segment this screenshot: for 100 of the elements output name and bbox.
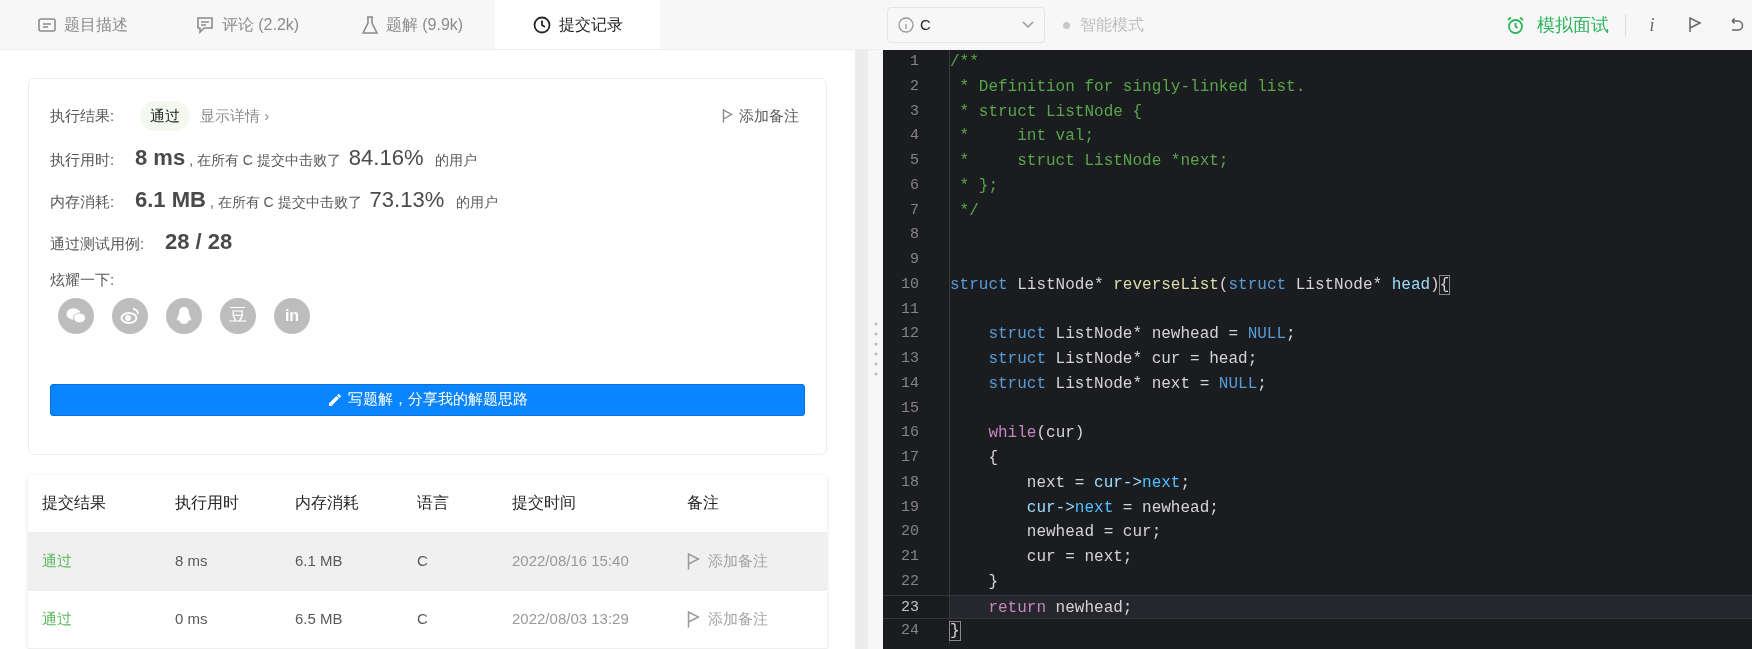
code-line: while(cur) xyxy=(949,421,1752,446)
line-number: 6 xyxy=(909,175,919,196)
tab[interactable]: 提交记录 xyxy=(495,0,660,49)
code-line: * struct ListNode { xyxy=(949,99,1752,125)
column-header: 备注 xyxy=(687,493,720,513)
line-number: 4 xyxy=(909,126,919,147)
stat-percent: 73.13% xyxy=(369,186,445,214)
speech-bubbles-icon xyxy=(66,307,86,324)
line-number: 21 xyxy=(900,547,919,567)
column-header: 提交时间 xyxy=(512,493,577,513)
flag-icon[interactable] xyxy=(1688,17,1702,33)
table-cell-text: C xyxy=(417,608,429,629)
table-row[interactable]: 通过 8 ms 6.1 MB C 2022/08/16 15:40 添加备注 xyxy=(28,532,827,591)
code-line: { xyxy=(949,446,1752,471)
chevron-down-icon xyxy=(1022,21,1034,29)
code-line: /** xyxy=(949,50,1752,75)
add-note-button[interactable]: 添加备注 xyxy=(722,104,799,128)
line-number: 17 xyxy=(900,448,919,468)
line-number: 7 xyxy=(909,200,919,221)
stat-value: 8 ms xyxy=(135,144,186,172)
table-cell-text: C xyxy=(417,550,429,571)
code-line: * }; xyxy=(949,173,1752,199)
status-badge: 通过 xyxy=(140,100,190,132)
line-number: 19 xyxy=(900,497,919,518)
line-number: 14 xyxy=(900,373,919,394)
share-button[interactable] xyxy=(58,297,94,334)
details-link[interactable]: 显示详情 › xyxy=(200,104,270,128)
column-header: 内存消耗 xyxy=(295,493,360,513)
code-line: struct ListNode* next = NULL; xyxy=(949,371,1752,397)
tests-value: 28 / 28 xyxy=(165,228,233,256)
stat-text: , 在所有 C 提交中击败了 xyxy=(209,193,362,212)
stat-label: 内存消耗: xyxy=(50,192,116,212)
code-line: newhead = cur; xyxy=(949,520,1752,545)
clock-icon xyxy=(532,15,551,34)
table-cell-text: 2022/08/03 13:29 xyxy=(512,608,630,629)
line-number: 8 xyxy=(909,225,919,246)
flag-icon xyxy=(722,109,733,123)
mock-interview-button[interactable]: 模拟面试 xyxy=(1506,11,1609,39)
info-button[interactable]: i xyxy=(1642,11,1662,39)
column-header: 语言 xyxy=(417,493,450,513)
smart-mode-toggle[interactable]: 智能模式 xyxy=(1063,13,1144,37)
line-number: 10 xyxy=(900,274,919,295)
code-line: * int val; xyxy=(949,124,1752,149)
tab[interactable]: 评论 (2.2k) xyxy=(165,0,330,49)
code-line: } xyxy=(949,569,1752,595)
code-line: * struct ListNode *next; xyxy=(949,149,1752,174)
code-line: } xyxy=(949,619,1752,644)
table-cell-text: 0 ms xyxy=(175,608,209,629)
table-row[interactable]: 通过 0 ms 6.5 MB C 2022/08/03 13:29 添加备注 xyxy=(28,590,827,649)
line-number: 15 xyxy=(900,398,919,419)
share-button[interactable]: in xyxy=(274,297,310,334)
code-line: * Definition for singly-linked list. xyxy=(949,74,1752,100)
stat-text: 的用户 xyxy=(456,193,499,212)
code-line: */ xyxy=(949,198,1752,224)
line-number: 18 xyxy=(900,472,919,493)
stat-text: , 在所有 C 提交中击败了 xyxy=(189,151,341,170)
line-number: 9 xyxy=(909,250,919,270)
result-label: 执行结果: xyxy=(50,105,116,126)
line-number: 22 xyxy=(900,571,919,592)
tests-label: 通过测试用例: xyxy=(50,234,146,254)
code-line: cur = next; xyxy=(949,545,1752,570)
undo-icon[interactable] xyxy=(1728,18,1744,32)
flag-icon xyxy=(687,610,700,628)
write-solution-button[interactable]: 写题解，分享我的解题思路 xyxy=(50,383,805,416)
share-button[interactable] xyxy=(112,297,148,334)
line-number: 3 xyxy=(909,101,919,122)
add-note-button[interactable]: 添加备注 xyxy=(687,607,768,631)
description-icon xyxy=(37,16,56,33)
column-header: 执行用时 xyxy=(175,493,240,513)
column-header: 提交结果 xyxy=(42,493,107,513)
table-cell-text: 2022/08/16 15:40 xyxy=(512,550,630,571)
share-button[interactable] xyxy=(166,297,202,334)
line-number: 24 xyxy=(900,621,919,642)
alarm-clock-icon xyxy=(1506,15,1525,35)
line-number: 1 xyxy=(909,52,919,72)
code-line: struct ListNode* reverseList(struct ListNode* head){ xyxy=(949,272,1752,298)
code-line: cur->next = newhead; xyxy=(949,495,1752,521)
language-select[interactable]: C xyxy=(887,7,1045,43)
table-cell-text: 6.5 MB xyxy=(295,608,344,629)
stat-percent: 84.16% xyxy=(348,144,424,172)
flag-icon xyxy=(687,552,700,570)
tab[interactable]: 题目描述 xyxy=(0,0,165,49)
share-button[interactable]: 豆 xyxy=(220,297,256,334)
add-note-button[interactable]: 添加备注 xyxy=(687,549,768,573)
line-number: 13 xyxy=(900,349,919,369)
stat-value: 6.1 MB xyxy=(135,186,206,214)
stat-label: 执行用时: xyxy=(50,150,116,170)
tab[interactable]: 题解 (9.9k) xyxy=(330,0,495,49)
code-line: next = cur->next; xyxy=(949,470,1752,496)
line-number: 23 xyxy=(900,597,919,618)
status-link[interactable]: 通过 xyxy=(42,549,175,573)
line-number: 2 xyxy=(909,76,919,97)
line-number: 11 xyxy=(900,299,919,320)
table-cell-text: 8 ms xyxy=(175,550,209,571)
code-line: struct ListNode* newhead = NULL; xyxy=(949,322,1752,347)
info-icon xyxy=(898,17,914,33)
status-link[interactable]: 通过 xyxy=(42,607,175,631)
flask-icon xyxy=(361,15,378,34)
penguin-icon xyxy=(176,306,192,325)
pencil-icon xyxy=(327,392,342,407)
